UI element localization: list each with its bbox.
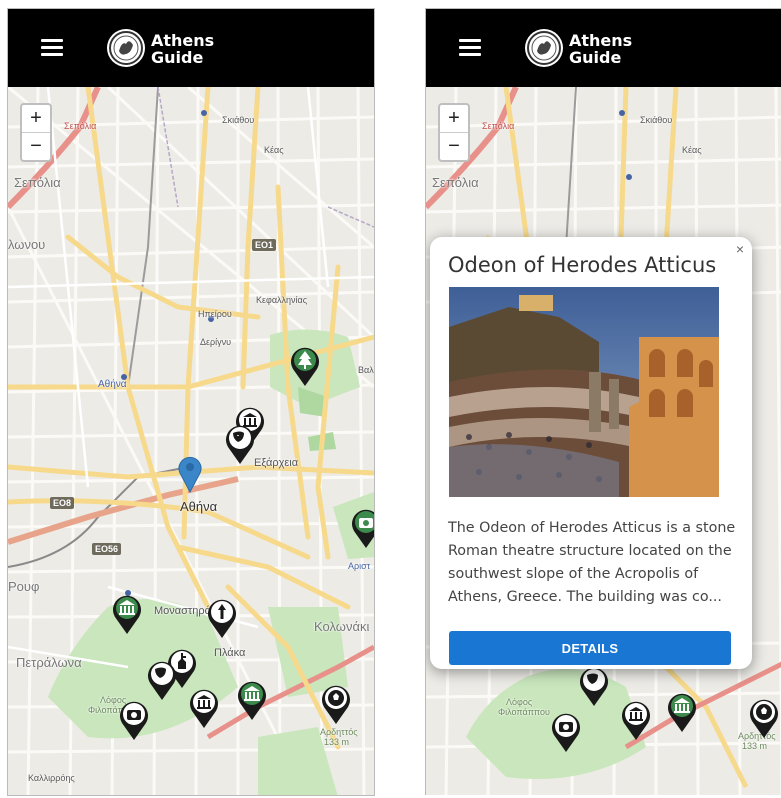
map-canvas[interactable]: + − Σεπόλια Σεπόλια λωνου Αθήνα Αθήνα Εξ… [8, 87, 374, 795]
camera-icon [352, 509, 374, 548]
zoom-in-button[interactable]: + [440, 105, 468, 133]
app-logo [525, 29, 563, 67]
map-label-exarcheia: Εξάρχεια [254, 457, 299, 469]
map-label-petralona: Πετράλωνα [16, 655, 82, 670]
map-label-skiathou: Σκιάθου [222, 115, 255, 125]
acropolis-icon [668, 693, 696, 732]
football-icon [322, 685, 350, 724]
zoom-control: + − [438, 103, 470, 162]
brand-line-1: Athens [151, 31, 215, 50]
camera-icon [120, 701, 148, 740]
theatre-icon [580, 667, 608, 706]
app-logo [107, 29, 145, 67]
map-label-kefallinias: Κεφαλληνίας [256, 295, 308, 305]
map-label-lofos: Λόφος [506, 697, 533, 707]
map-canvas[interactable]: + − Σεπόλια Σεπόλια Σκιάθου Κέας Λόφος Φ… [426, 87, 781, 795]
map-label-height: 133 m [742, 741, 768, 751]
map-label-kolonaki: Κολωνάκι [314, 619, 370, 634]
marker-museum-south[interactable] [620, 699, 652, 741]
marker-theatre[interactable] [224, 423, 256, 465]
zoom-out-button[interactable]: − [22, 133, 50, 160]
phone-screen-popup: Athens Guide + − Σεπόλια Σεπόλια Σκιάθου… [425, 8, 781, 795]
brand-line-1: Athens [569, 31, 633, 50]
marker-camera-right[interactable] [350, 507, 374, 549]
location-pin-icon [178, 456, 202, 494]
brand-line-2: Guide [151, 48, 204, 67]
theatre-icon [148, 661, 176, 700]
menu-icon[interactable] [459, 39, 481, 57]
place-photo [449, 287, 719, 497]
map-label-height: 133 m [324, 737, 350, 747]
place-popup: × Odeon of Herodes Atticus The Odeon of … [430, 237, 752, 669]
app-brand: Athens Guide [569, 32, 632, 66]
zoom-out-button[interactable]: − [440, 133, 468, 160]
marker-odeon[interactable] [236, 679, 268, 721]
map-label-roof: Ρουφ [8, 579, 40, 594]
map-label-athina-left: Αθήνα [98, 379, 127, 390]
road-shield-eo8: ΕΟ8 [50, 497, 75, 509]
popup-title: Odeon of Herodes Atticus [448, 253, 717, 277]
road-shield-eo56: ΕΟ56 [92, 543, 122, 555]
acropolis-icon [113, 595, 141, 634]
app-bar: Athens Guide [426, 9, 781, 87]
marker-stadium[interactable] [748, 697, 780, 739]
map-label-skiathou: Σκιάθου [640, 115, 673, 125]
marker-theatre-plaka[interactable] [146, 659, 178, 701]
map-label-kolonou: λωνου [8, 237, 46, 252]
map-label-athina-center: Αθήνα [180, 499, 218, 514]
brand-line-2: Guide [569, 48, 622, 67]
marker-theatre-plaka[interactable] [578, 665, 610, 707]
marker-park[interactable] [289, 345, 321, 387]
app-brand: Athens Guide [151, 32, 214, 66]
marker-monument[interactable] [206, 597, 238, 639]
acropolis-icon [238, 681, 266, 720]
map-label-bal: Βαλ [358, 365, 374, 375]
marker-stadium[interactable] [320, 683, 352, 725]
museum-icon [622, 701, 650, 740]
map-label-sepolia: Σεπόλια [432, 175, 479, 190]
map-label-ipirou: Ηπείρου [198, 309, 232, 319]
map-label-ari: Αριστ [348, 561, 371, 571]
map-label-sepolia-red: Σεπόλια [482, 121, 515, 131]
marker-museum-south[interactable] [188, 687, 220, 729]
zoom-control: + − [20, 103, 52, 162]
football-icon [750, 699, 778, 738]
road-shield-eo1: ΕΟ1 [252, 239, 277, 251]
close-icon[interactable]: × [736, 241, 744, 257]
marker-camera-filopappou[interactable] [550, 711, 582, 753]
tree-icon [291, 347, 319, 386]
popup-description: The Odeon of Herodes Atticus is a stone … [448, 520, 736, 605]
museum-icon [190, 689, 218, 728]
map-label-plaka: Πλάκα [214, 647, 246, 659]
marker-acropolis-area[interactable] [111, 593, 143, 635]
camera-icon [552, 713, 580, 752]
map-label-kallirrois: Καλλιρρόης [28, 773, 75, 783]
map-label-sepolia-red: Σεπόλια [64, 121, 97, 131]
details-button[interactable]: DETAILS [449, 631, 731, 665]
map-label-ardittos: Αρδηττός [320, 727, 358, 737]
marker-odeon[interactable] [666, 691, 698, 733]
theatre-icon [226, 425, 254, 464]
app-bar: Athens Guide [8, 9, 374, 87]
marker-camera-filopappou[interactable] [118, 699, 150, 741]
map-label-keas: Κέας [264, 145, 284, 155]
map-label-keas: Κέας [682, 145, 702, 155]
phone-screen-map: Athens Guide + − Σεπόλια Σεπόλια λωνου Α… [7, 8, 375, 796]
map-label-sepolia: Σεπόλια [14, 175, 61, 190]
map-label-filopappou: Φιλοπάππου [498, 707, 550, 717]
monument-icon [208, 599, 236, 638]
marker-selected-location[interactable] [178, 455, 202, 494]
menu-icon[interactable] [41, 39, 63, 57]
zoom-in-button[interactable]: + [22, 105, 50, 133]
map-label-derigny: Δερίγνυ [200, 337, 232, 347]
